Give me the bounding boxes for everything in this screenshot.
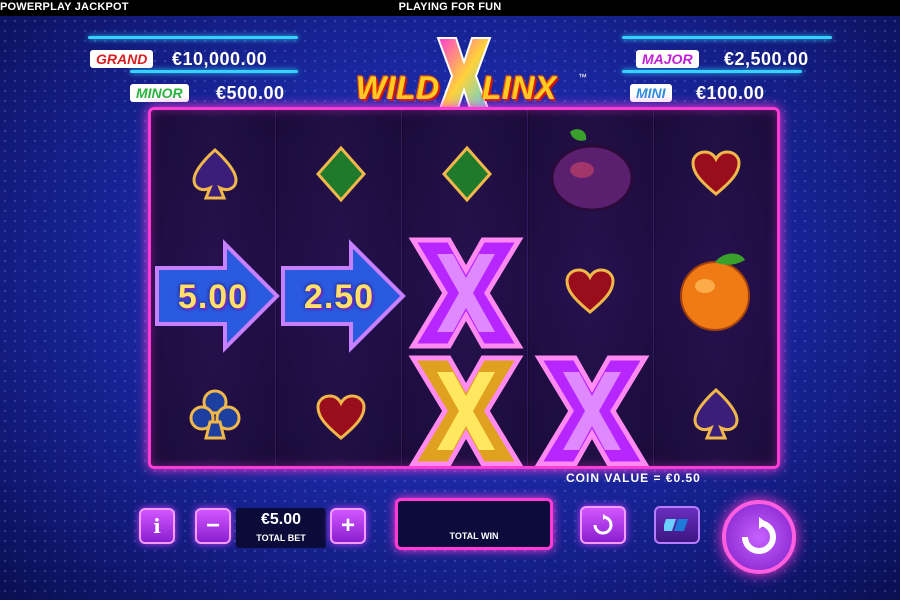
decrease-bet-button[interactable]: − xyxy=(195,508,231,544)
minus-icon: − xyxy=(205,512,220,539)
arrow-multiplier-value: 5.00 xyxy=(177,278,249,316)
grand-amount: €10,000.00 xyxy=(172,49,268,69)
orange-icon xyxy=(680,253,750,331)
game-stage: GRAND €10,000.00 MINOR €500.00 MAJOR €2,… xyxy=(0,16,900,600)
spin-icon xyxy=(742,517,776,554)
arrow-multiplier-value: 2.50 xyxy=(303,278,375,316)
grand-jackpot: GRAND €10,000.00 xyxy=(90,48,310,70)
coin-value: COIN VALUE = €0.50 xyxy=(566,471,701,485)
wild-x-icon xyxy=(534,355,650,466)
major-label: MAJOR xyxy=(636,50,699,68)
trademark: ™ xyxy=(578,72,587,82)
autoplay-button[interactable] xyxy=(580,506,626,544)
diamond-icon xyxy=(315,145,367,203)
logo-word-linx: LINX xyxy=(482,70,557,106)
total-win-display: TOTAL WIN xyxy=(395,498,553,550)
club-icon xyxy=(189,389,241,440)
wild-x-icon xyxy=(408,237,524,349)
heart-icon xyxy=(691,150,741,196)
major-line xyxy=(622,36,832,39)
total-bet-label: TOTAL BET xyxy=(256,533,306,543)
top-bar: POWERPLAY JACKPOT PLAYING FOR FUN xyxy=(0,0,900,16)
logo-word-wild: WILD xyxy=(356,70,440,106)
spade-icon xyxy=(192,148,238,200)
minor-jackpot: MINOR €500.00 xyxy=(130,82,310,104)
plus-icon: + xyxy=(340,512,355,539)
minor-line xyxy=(130,70,298,73)
mini-label: MINI xyxy=(630,84,672,102)
arrow-value-2: 2.50 xyxy=(283,242,403,354)
diamond-icon xyxy=(441,145,493,203)
grand-line xyxy=(88,36,298,39)
heart-icon xyxy=(316,394,366,440)
info-icon: i xyxy=(153,514,161,538)
grand-label: GRAND xyxy=(90,50,154,68)
info-button[interactable]: i xyxy=(139,508,175,544)
total-bet-value: €5.00 xyxy=(260,511,302,528)
reel-area: 5.00 2.50 xyxy=(148,107,780,469)
wild-x-gold-icon xyxy=(408,355,524,466)
minor-amount: €500.00 xyxy=(216,83,285,103)
arrow-value-1: 5.00 xyxy=(157,242,277,354)
total-bet-display: €5.00 TOTAL BET xyxy=(236,508,326,548)
mini-amount: €100.00 xyxy=(696,83,765,103)
autoplay-icon xyxy=(593,514,613,535)
spin-button[interactable] xyxy=(722,500,796,574)
increase-bet-button[interactable]: + xyxy=(330,508,366,544)
plum-icon xyxy=(550,129,634,212)
heart-icon xyxy=(565,268,615,314)
mode-label: PLAYING FOR FUN xyxy=(398,1,502,13)
total-win-label: TOTAL WIN xyxy=(449,531,499,541)
minor-label: MINOR xyxy=(130,84,189,102)
major-jackpot: MAJOR €2,500.00 xyxy=(636,48,846,70)
turbo-icon xyxy=(664,519,688,531)
turbo-button[interactable] xyxy=(654,506,700,544)
mini-jackpot: MINI €100.00 xyxy=(630,82,810,104)
major-amount: €2,500.00 xyxy=(724,49,809,69)
mini-line xyxy=(622,70,802,73)
spade-icon xyxy=(693,388,739,440)
